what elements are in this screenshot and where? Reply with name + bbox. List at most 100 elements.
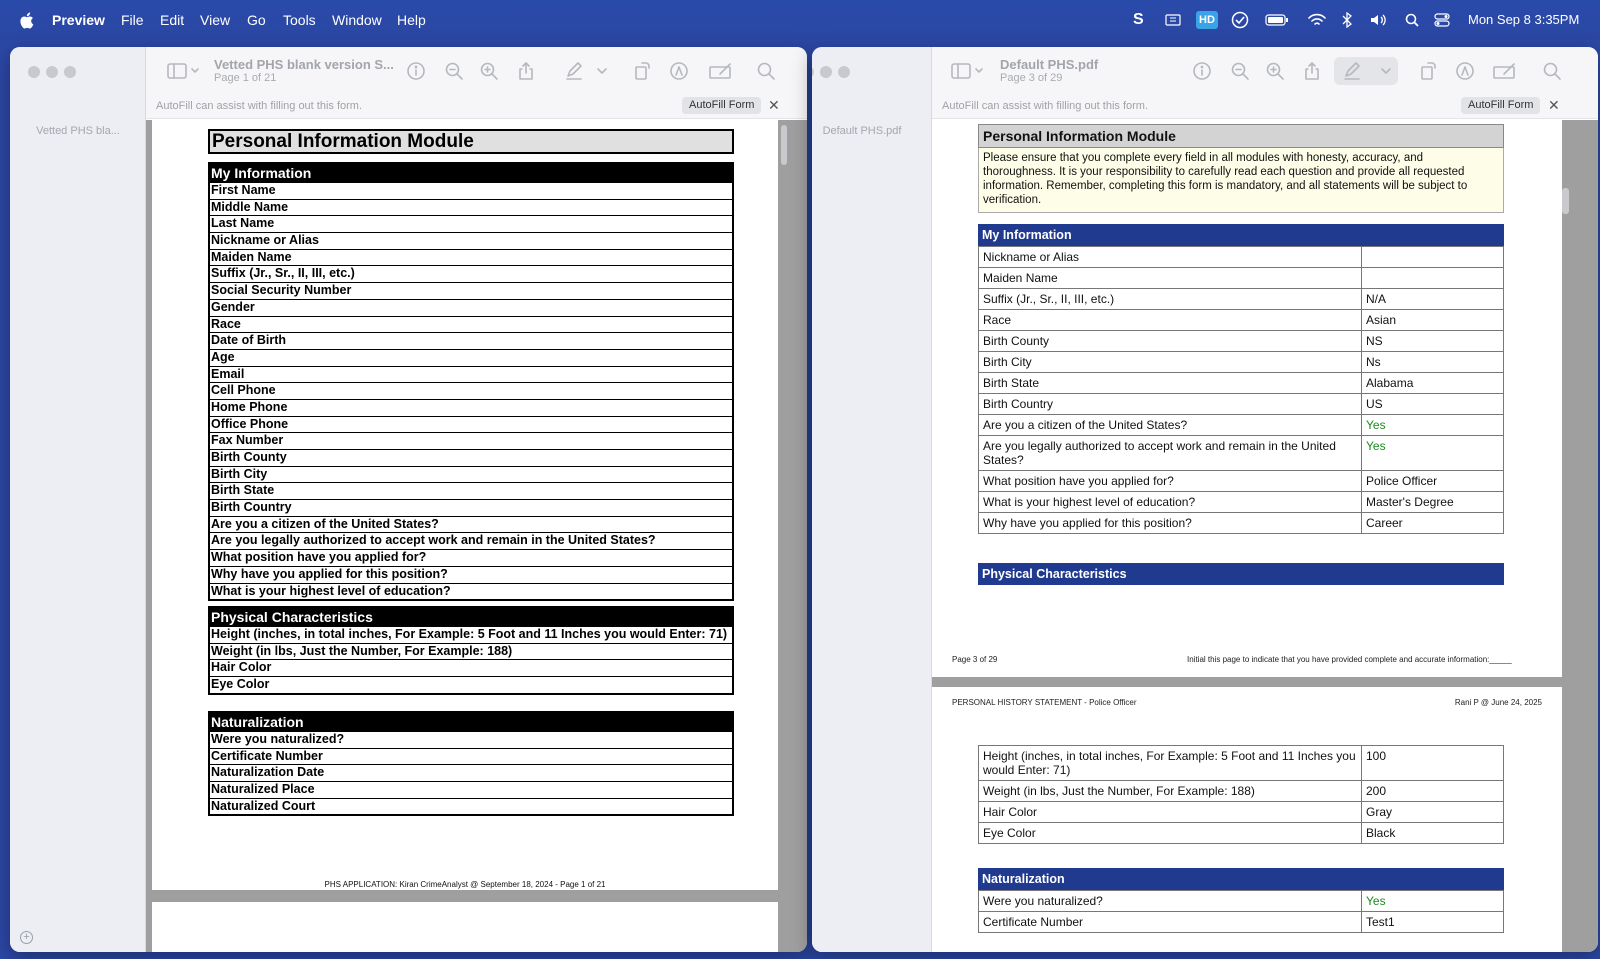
form-field-label[interactable]: Age bbox=[210, 348, 732, 366]
field-answer[interactable]: Yes bbox=[1362, 415, 1503, 435]
form-field-label[interactable]: Suffix (Jr., Sr., II, III, etc.) bbox=[210, 265, 732, 282]
form-field-label[interactable]: Eye Color bbox=[210, 676, 732, 693]
form-field-label[interactable]: Birth Country bbox=[210, 499, 732, 516]
highlight-pen-group[interactable] bbox=[1334, 57, 1398, 85]
field-answer[interactable]: Black bbox=[1362, 823, 1503, 843]
form-field-label[interactable]: Maiden Name bbox=[210, 248, 732, 266]
scrollbar[interactable] bbox=[781, 125, 787, 165]
menu-edit[interactable]: Edit bbox=[160, 0, 184, 40]
form-field-label[interactable]: Fax Number bbox=[210, 432, 732, 449]
form-field-label[interactable]: First Name bbox=[210, 182, 732, 199]
menu-file[interactable]: File bbox=[121, 0, 144, 40]
markup-icon[interactable] bbox=[669, 61, 689, 81]
form-filling-icon[interactable] bbox=[708, 61, 734, 81]
search-icon[interactable] bbox=[756, 61, 776, 81]
field-answer[interactable]: Master's Degree bbox=[1362, 492, 1503, 512]
field-answer[interactable]: N/A bbox=[1362, 289, 1503, 309]
clock[interactable]: Mon Sep 8 3:35PM bbox=[1468, 0, 1579, 40]
field-answer[interactable]: Yes bbox=[1362, 436, 1503, 470]
vpn-shield-icon[interactable] bbox=[1231, 0, 1249, 40]
chevron-down-icon[interactable] bbox=[596, 61, 608, 81]
search-icon[interactable] bbox=[1542, 61, 1562, 81]
field-answer[interactable]: 200 bbox=[1362, 781, 1503, 801]
control-center-icon[interactable] bbox=[1434, 0, 1450, 40]
minimize-window-button[interactable] bbox=[820, 66, 832, 78]
field-answer[interactable]: NS bbox=[1362, 331, 1503, 351]
field-answer[interactable]: 100 bbox=[1362, 746, 1503, 780]
field-answer[interactable]: Ns bbox=[1362, 352, 1503, 372]
document-title[interactable]: Default PHS.pdf bbox=[1000, 57, 1098, 72]
sidebar-thumbnail-label[interactable]: Default PHS.pdf bbox=[812, 125, 922, 137]
form-field-label[interactable]: Race bbox=[210, 315, 732, 333]
menu-view[interactable]: View bbox=[200, 0, 230, 40]
script-s-icon[interactable]: S bbox=[1133, 0, 1144, 40]
field-answer[interactable] bbox=[1362, 247, 1503, 267]
zoom-window-button[interactable] bbox=[64, 66, 76, 78]
field-answer[interactable]: Career bbox=[1362, 513, 1503, 533]
zoom-out-icon[interactable] bbox=[1230, 61, 1250, 81]
apple-menu-icon[interactable] bbox=[20, 0, 38, 40]
info-icon[interactable] bbox=[1192, 61, 1212, 81]
rotate-icon[interactable] bbox=[632, 61, 652, 81]
close-window-button[interactable] bbox=[812, 66, 814, 78]
document-canvas[interactable]: Personal Information Module Please ensur… bbox=[932, 120, 1598, 952]
zoom-in-icon[interactable] bbox=[1265, 61, 1285, 81]
form-field-label[interactable]: Were you naturalized? bbox=[210, 731, 732, 748]
window-controls[interactable] bbox=[812, 65, 856, 83]
form-field-label[interactable]: Naturalized Place bbox=[210, 781, 732, 798]
share-icon[interactable] bbox=[516, 61, 536, 81]
markup-icon[interactable] bbox=[1455, 61, 1475, 81]
form-field-label[interactable]: What is your highest level of education? bbox=[210, 582, 732, 600]
display-icon[interactable] bbox=[1165, 0, 1181, 40]
menu-app-name[interactable]: Preview bbox=[52, 0, 105, 40]
sidebar-toggle-icon[interactable] bbox=[166, 61, 200, 81]
form-field-label[interactable]: Email bbox=[210, 365, 732, 383]
form-filling-icon[interactable] bbox=[1492, 61, 1518, 81]
form-field-label[interactable]: What position have you applied for? bbox=[210, 549, 732, 566]
bluetooth-icon[interactable] bbox=[1342, 0, 1352, 40]
zoom-in-icon[interactable] bbox=[479, 61, 499, 81]
field-answer[interactable]: US bbox=[1362, 394, 1503, 414]
scrollbar[interactable] bbox=[1562, 188, 1569, 214]
field-answer[interactable]: Gray bbox=[1362, 802, 1503, 822]
form-field-label[interactable]: Why have you applied for this position? bbox=[210, 565, 732, 583]
field-answer[interactable]: Asian bbox=[1362, 310, 1503, 330]
info-icon[interactable] bbox=[406, 61, 426, 81]
highlight-pen-icon[interactable] bbox=[564, 61, 584, 81]
rotate-icon[interactable] bbox=[1418, 61, 1438, 81]
menu-tools[interactable]: Tools bbox=[283, 0, 316, 40]
document-title[interactable]: Vetted PHS blank version S... bbox=[214, 57, 394, 72]
form-field-label[interactable]: Home Phone bbox=[210, 398, 732, 416]
spotlight-search-icon[interactable] bbox=[1405, 0, 1419, 40]
form-field-label[interactable]: Hair Color bbox=[210, 659, 732, 676]
form-field-label[interactable]: Birth County bbox=[210, 449, 732, 466]
autofill-form-button[interactable]: AutoFill Form bbox=[682, 97, 762, 114]
field-answer[interactable]: Test1 bbox=[1362, 912, 1503, 932]
form-field-label[interactable]: Office Phone bbox=[210, 415, 732, 433]
form-field-label[interactable]: Weight (in lbs, Just the Number, For Exa… bbox=[210, 642, 732, 660]
form-field-label[interactable]: Nickname or Alias bbox=[210, 232, 732, 249]
form-field-label[interactable]: Naturalized Court bbox=[210, 797, 732, 815]
menu-window[interactable]: Window bbox=[332, 0, 382, 40]
sidebar-toggle-icon[interactable] bbox=[950, 61, 984, 81]
close-window-button[interactable] bbox=[28, 66, 40, 78]
field-answer[interactable]: Alabama bbox=[1362, 373, 1503, 393]
window-controls[interactable] bbox=[28, 65, 82, 83]
form-field-label[interactable]: Are you legally authorized to accept wor… bbox=[210, 532, 732, 549]
zoom-window-button[interactable] bbox=[838, 66, 850, 78]
form-field-label[interactable]: Last Name bbox=[210, 215, 732, 232]
form-field-label[interactable]: Certificate Number bbox=[210, 747, 732, 765]
minimize-window-button[interactable] bbox=[46, 66, 58, 78]
menu-go[interactable]: Go bbox=[247, 0, 266, 40]
field-answer[interactable]: Police Officer bbox=[1362, 471, 1503, 491]
form-field-label[interactable]: Date of Birth bbox=[210, 332, 732, 349]
document-canvas[interactable]: Personal Information Module My Informati… bbox=[146, 120, 807, 952]
field-answer[interactable] bbox=[1362, 268, 1503, 288]
form-field-label[interactable]: Social Security Number bbox=[210, 282, 732, 299]
volume-icon[interactable] bbox=[1370, 0, 1388, 40]
form-field-label[interactable]: Cell Phone bbox=[210, 382, 732, 399]
share-icon[interactable] bbox=[1302, 61, 1322, 81]
menu-help[interactable]: Help bbox=[397, 0, 426, 40]
field-answer[interactable]: Yes bbox=[1362, 891, 1503, 911]
close-icon[interactable]: ✕ bbox=[768, 97, 780, 114]
